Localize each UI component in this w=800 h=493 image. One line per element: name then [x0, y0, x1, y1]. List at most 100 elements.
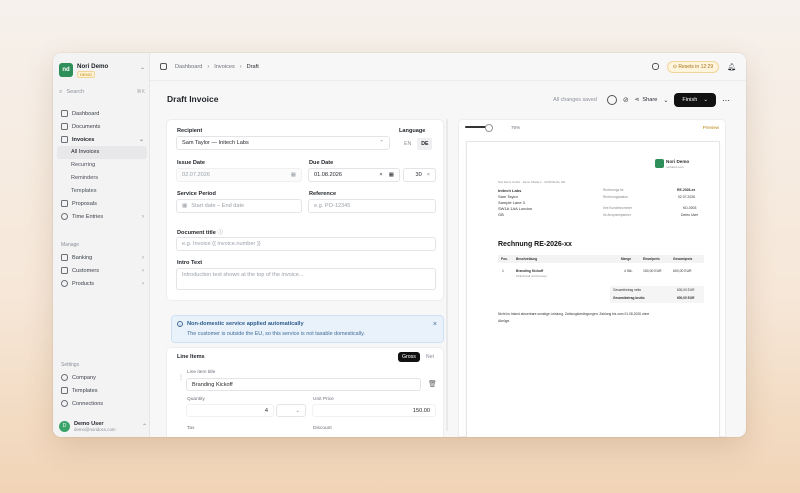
bell-icon[interactable]: 🔔︎	[727, 63, 736, 71]
sidebar-item-banking[interactable]: Banking ›	[57, 251, 147, 264]
sidebar-item-products[interactable]: Products ›	[57, 277, 147, 290]
search-icon: ⌕	[59, 88, 63, 95]
issue-date-input[interactable]: 02.07.2026 ▦	[176, 168, 302, 182]
share-label: Share	[642, 97, 658, 103]
unit-select[interactable]: ⌄	[276, 404, 306, 417]
info-icon[interactable]: ⓘ	[217, 230, 223, 236]
save-status: All changes saved	[553, 97, 597, 103]
scrollbar[interactable]	[446, 119, 448, 431]
calendar-icon: ▦	[388, 172, 394, 178]
due-date-input[interactable]: 01.08.2026 × ▦	[308, 168, 400, 182]
gross-net-toggle: Gross Net	[398, 352, 438, 362]
sidebar-item-templates[interactable]: Templates	[57, 184, 147, 197]
sidebar-item-label: Connections	[72, 400, 104, 407]
sidebar-item-time-entries[interactable]: Time Entries ›	[57, 210, 147, 223]
close-icon[interactable]: ×	[433, 321, 437, 328]
sidebar: nd Nori Demo DEMO ⌃ ⌕ Search ⌘K Dashboar…	[53, 53, 150, 437]
clear-icon[interactable]: ×	[379, 172, 382, 178]
sidebar-item-documents[interactable]: Documents	[57, 120, 147, 133]
lang-en-button[interactable]: EN	[400, 138, 415, 150]
recipient-value: Sam Taylor — Initech Labs	[182, 140, 249, 146]
meta-value: Demo User	[681, 213, 699, 217]
trash-icon[interactable]: 🗑︎	[428, 380, 437, 388]
preview-recipient-country: GB	[498, 212, 504, 217]
more-icon[interactable]: ⋯	[722, 96, 730, 105]
unit-price-value: 150.00	[412, 407, 430, 414]
breadcrumb-dashboard[interactable]: Dashboard	[175, 64, 202, 70]
avatar-icon[interactable]	[606, 95, 617, 105]
reference-input[interactable]: e.g. PO-12345	[308, 199, 436, 213]
preview-label: Preview	[702, 124, 719, 130]
preview-recipient-city: SW1A 1AA London	[498, 206, 533, 211]
document-title-placeholder: e.g. Invoice {{ invoice.number }}	[182, 241, 261, 247]
sidebar-item-label: Dashboard	[72, 110, 100, 117]
breadcrumb-separator-icon: ›	[207, 63, 210, 70]
workspace-logo-icon: nd	[59, 63, 73, 77]
item-title-label: Line item title	[187, 370, 216, 375]
breadcrumb-current: Draft	[246, 63, 259, 70]
sidebar-item-label: Products	[72, 280, 95, 287]
preview-footer-line1: Nicht im Inland steuerbare sonstige Leis…	[498, 312, 650, 316]
notice-title: Non-domestic service applied automatical…	[187, 321, 304, 327]
sidebar-item-customers[interactable]: Customers ›	[57, 264, 147, 277]
meta-key: Ihre Kundennummer	[603, 206, 633, 210]
user-menu[interactable]: D Demo User demo@noridocs.com ⌃	[59, 418, 147, 434]
sidebar-item-proposals[interactable]: Proposals	[57, 197, 147, 210]
chevron-down-icon: ⌄	[295, 407, 300, 414]
due-days-value: 30	[415, 172, 422, 178]
net-button[interactable]: Net	[422, 352, 438, 362]
recipient-select[interactable]: Sam Taylor — Initech Labs ⌃	[176, 136, 390, 150]
intro-text-input[interactable]: Introduction text shown at the top of th…	[176, 268, 436, 290]
quantity-input[interactable]: 4	[186, 404, 274, 417]
sidebar-item-invoices[interactable]: Invoices ⌄	[57, 133, 147, 146]
service-period-input[interactable]: ▦ Start date – End date	[176, 199, 302, 213]
due-date-value: 01.08.2026	[314, 172, 342, 178]
preview-footer-line2: Abzüge.	[498, 319, 511, 323]
chevron-updown-icon: ⌃	[379, 140, 384, 146]
item-title-input[interactable]: Branding Kickoff	[186, 378, 421, 391]
gross-button[interactable]: Gross	[398, 352, 420, 362]
resets-badge[interactable]: ⊙ Resets in 12:29	[666, 60, 720, 73]
eye-off-icon[interactable]: ⊘	[623, 96, 629, 104]
zoom-slider[interactable]	[465, 124, 493, 132]
recipient-label: Recipient	[177, 128, 203, 134]
sidebar-item-recurring[interactable]: Recurring	[57, 159, 147, 172]
company-icon	[61, 374, 68, 381]
drag-handle-icon[interactable]: ⋮	[178, 374, 184, 381]
clear-icon[interactable]: ×	[427, 172, 430, 178]
finish-button[interactable]: Finish ⌄	[674, 93, 716, 107]
products-icon	[61, 280, 68, 287]
sidebar-item-dashboard[interactable]: Dashboard	[57, 107, 147, 120]
document-title-input[interactable]: e.g. Invoice {{ invoice.number }}	[176, 237, 436, 251]
search-input[interactable]: ⌕ Search ⌘K	[59, 86, 145, 98]
unit-price-input[interactable]: 150.00	[312, 404, 436, 417]
page-actions: All changes saved ⊘ ⋖ Share ⌄ Finish ⌄ ⋯	[553, 93, 730, 107]
preview-recipient-name: Sam Taylor	[498, 194, 518, 199]
sidebar-item-reminders[interactable]: Reminders	[57, 172, 147, 185]
row-quantity: 4 Stk.	[624, 269, 633, 273]
resets-text: Resets in 12:29	[678, 63, 714, 70]
unit-price-label: Unit Price	[313, 397, 334, 402]
sidebar-toggle-icon[interactable]	[160, 63, 167, 70]
breadcrumb-invoices[interactable]: Invoices	[214, 64, 235, 70]
meta-key: Rechnungs-Nr.	[603, 188, 625, 192]
search-label: Search	[66, 89, 85, 95]
total-gross-value: 600,00 EUR	[677, 296, 695, 300]
share-icon: ⋖	[634, 97, 640, 103]
share-button[interactable]: ⋖ Share	[635, 97, 658, 103]
sidebar-item-all-invoices[interactable]: All Invoices	[57, 146, 147, 159]
sidebar-item-settings-templates[interactable]: Templates	[57, 384, 147, 397]
calendar-icon: ▦	[290, 172, 296, 178]
lang-de-button[interactable]: DE	[417, 138, 433, 150]
tax-label: Tax	[187, 426, 195, 431]
total-net-value: 600,00 EUR	[677, 288, 695, 292]
documents-icon	[61, 123, 68, 130]
share-dropdown-icon[interactable]: ⌄	[663, 97, 668, 104]
sidebar-item-connections[interactable]: Connections	[57, 397, 147, 410]
sidebar-item-company[interactable]: Company	[57, 371, 147, 384]
workspace-switcher[interactable]: nd Nori Demo DEMO ⌃	[59, 60, 145, 80]
dashboard-icon	[61, 110, 68, 117]
due-days-input[interactable]: 30 ×	[403, 168, 436, 182]
chat-icon[interactable]	[651, 63, 659, 70]
meta-value: 02.07.2026	[678, 195, 695, 199]
